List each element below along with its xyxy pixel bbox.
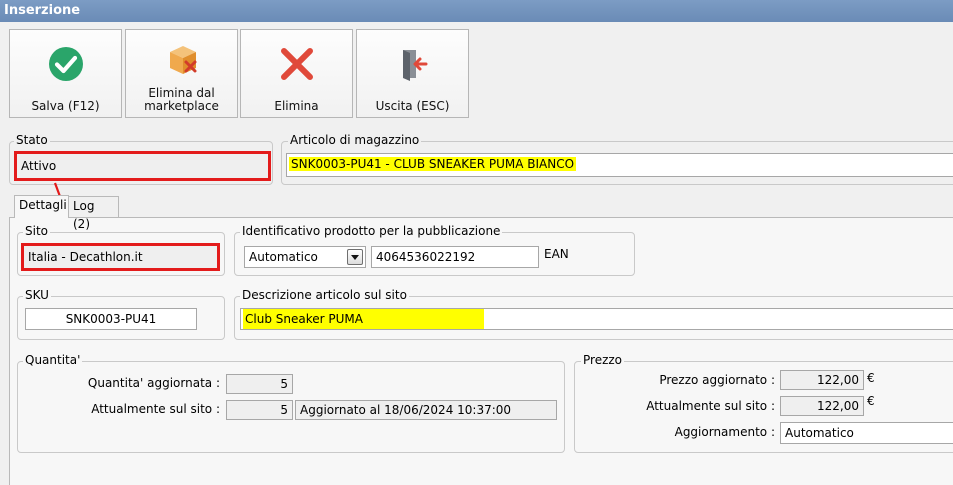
prezzo-current-label: Attualmente sul sito :	[646, 399, 775, 413]
quantita-updated-field[interactable]: 5	[226, 374, 293, 394]
tab-dettagli-label: Dettagli	[19, 198, 67, 212]
identificativo-code-input[interactable]: 4064536022192	[371, 246, 539, 268]
prezzo-updated-field[interactable]: 122,00	[780, 370, 864, 390]
prezzo-updated-currency: €	[867, 371, 875, 385]
prezzo-aggiornamento-select[interactable]: Automatico	[780, 422, 953, 444]
descrizione-field[interactable]: Club Sneaker PUMA	[240, 308, 953, 330]
prezzo-current-currency: €	[867, 394, 875, 408]
sku-title: SKU	[23, 288, 51, 302]
tab-dettagli[interactable]: Dettagli	[14, 195, 69, 218]
sito-title: Sito	[23, 224, 50, 238]
identificativo-title: Identificativo prodotto per la pubblicaz…	[240, 224, 503, 238]
sku-field[interactable]: SNK0003-PU41	[25, 308, 197, 330]
sku-value: SNK0003-PU41	[65, 312, 157, 326]
identificativo-mode-value: Automatico	[249, 250, 318, 264]
descrizione-value: Club Sneaker PUMA	[243, 309, 484, 329]
prezzo-aggiornamento-value: Automatico	[785, 426, 854, 440]
quantita-current-field[interactable]: 5	[226, 400, 293, 420]
prezzo-current-value: 122,00	[817, 399, 859, 413]
quantita-current-value: 5	[280, 403, 288, 417]
prezzo-aggiornamento-label: Aggiornamento :	[674, 425, 775, 439]
sito-field[interactable]: Italia - Decathlon.it	[21, 243, 220, 271]
quantita-updated-value: 5	[280, 377, 288, 391]
identificativo-code-value: 4064536022192	[376, 250, 476, 264]
chevron-down-icon[interactable]	[347, 249, 363, 265]
identificativo-code-type: EAN	[544, 247, 569, 261]
identificativo-mode-select[interactable]: Automatico	[244, 246, 366, 268]
quantita-current-note-text: Aggiornato al 18/06/2024 10:37:00	[300, 403, 512, 417]
prezzo-updated-label: Prezzo aggiornato :	[659, 373, 775, 387]
prezzo-title: Prezzo	[581, 353, 625, 367]
quantita-current-label: Attualmente sul sito :	[91, 402, 220, 416]
tab-log[interactable]: Log (2)	[68, 196, 119, 231]
sito-value: Italia - Decathlon.it	[28, 250, 143, 264]
quantita-current-note: Aggiornato al 18/06/2024 10:37:00	[295, 400, 557, 420]
descrizione-title: Descrizione articolo sul sito	[240, 288, 409, 302]
prezzo-current-field[interactable]: 122,00	[780, 396, 864, 416]
quantita-updated-label: Quantita' aggiornata :	[87, 376, 220, 390]
prezzo-updated-value: 122,00	[817, 373, 859, 387]
quantita-title: Quantita'	[23, 353, 83, 367]
